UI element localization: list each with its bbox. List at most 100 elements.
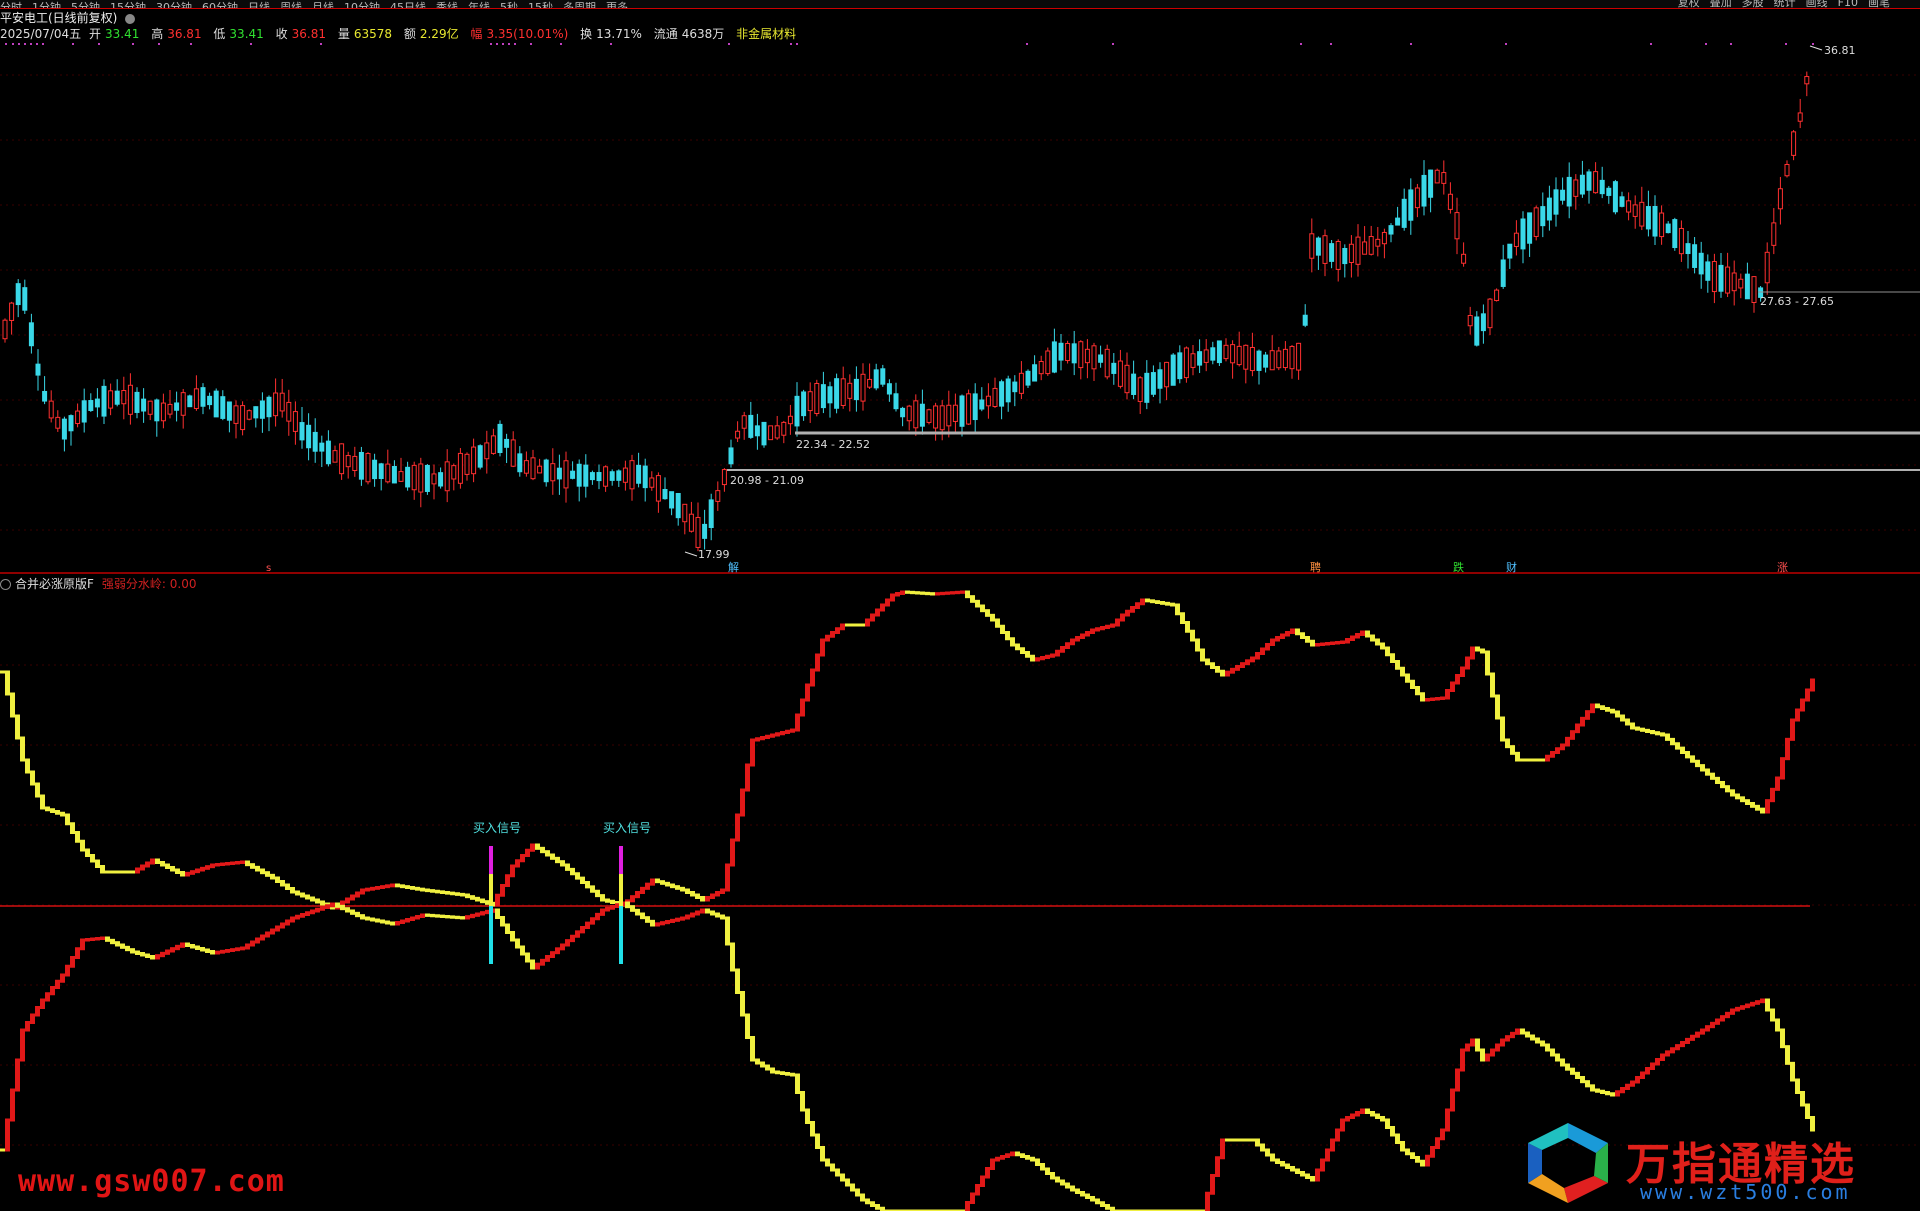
osc-upper-segment xyxy=(285,883,290,890)
osc-upper-segment xyxy=(590,885,595,893)
osc-upper-segment xyxy=(1285,631,1290,637)
candle-down xyxy=(583,464,589,487)
osc-lower-segment xyxy=(825,1158,830,1167)
osc-upper-segment xyxy=(530,843,535,852)
osc-lower-segment xyxy=(530,959,535,970)
candle-up xyxy=(1104,348,1110,378)
candle-up xyxy=(279,392,285,412)
candle-up xyxy=(952,404,958,422)
candle-up xyxy=(385,463,391,483)
candle-up xyxy=(939,405,945,431)
osc-upper-segment xyxy=(975,599,980,608)
candle-down xyxy=(424,464,430,492)
osc-lower-segment xyxy=(345,907,350,913)
candle-down xyxy=(1540,206,1546,227)
candle-up xyxy=(1368,236,1374,255)
osc-upper-segment xyxy=(595,889,600,898)
candle-up xyxy=(1771,222,1777,246)
osc-upper-segment xyxy=(175,868,180,874)
osc-upper-segment xyxy=(555,856,560,864)
osc-upper-segment xyxy=(1020,647,1025,654)
osc-lower-segment xyxy=(1110,1206,1115,1211)
osc-upper-segment xyxy=(1400,666,1405,677)
osc-lower-segment xyxy=(675,917,680,922)
osc-lower-segment xyxy=(1635,1076,1640,1084)
osc-lower-segment xyxy=(255,937,260,944)
osc-lower-segment xyxy=(1735,1006,1740,1012)
osc-lower-segment xyxy=(1770,1008,1775,1022)
osc-lower-segment xyxy=(60,973,65,983)
osc-upper-segment xyxy=(1275,636,1280,642)
osc-upper-segment xyxy=(1475,646,1480,652)
buy-signal-label: 买入信号 xyxy=(473,821,521,835)
osc-lower-segment xyxy=(1295,1168,1300,1174)
candle-up xyxy=(649,477,655,488)
osc-lower-segment xyxy=(70,956,75,968)
osc-upper-segment xyxy=(165,863,170,869)
osc-upper-segment xyxy=(205,865,210,870)
signal-bar-cyan xyxy=(619,906,623,964)
osc-lower-segment xyxy=(1650,1062,1655,1070)
candle-up xyxy=(1164,361,1170,388)
osc-upper-segment xyxy=(1055,649,1060,657)
osc-upper-segment xyxy=(780,731,785,736)
signal-dot xyxy=(502,43,504,45)
signal-dot xyxy=(190,43,192,45)
osc-upper-segment xyxy=(1035,657,1040,662)
candle-down xyxy=(1599,179,1605,195)
osc-upper-segment xyxy=(115,870,120,874)
osc-upper-segment xyxy=(1625,718,1630,726)
osc-upper-segment xyxy=(60,811,65,817)
osc-upper-segment xyxy=(125,870,130,874)
osc-upper-segment xyxy=(885,598,890,607)
osc-upper-segment xyxy=(1325,642,1330,646)
candle-up xyxy=(1513,232,1519,247)
event-marker: 跌 xyxy=(1453,560,1464,574)
candle-up xyxy=(622,467,628,483)
osc-lower-segment xyxy=(1705,1025,1710,1032)
candle-up xyxy=(787,415,793,425)
candle-up xyxy=(431,473,437,485)
osc-upper-segment xyxy=(1230,667,1235,674)
osc-upper-segment xyxy=(880,603,885,612)
indicator-name[interactable]: 合并必涨原版F xyxy=(15,577,94,591)
candle-up xyxy=(563,460,569,489)
osc-lower-segment xyxy=(40,998,45,1009)
osc-upper-segment xyxy=(210,863,215,869)
osc-lower-segment xyxy=(1265,1148,1270,1157)
osc-lower-segment xyxy=(50,986,55,996)
osc-lower-segment xyxy=(1095,1198,1100,1205)
osc-upper-segment xyxy=(515,859,520,868)
osc-upper-segment xyxy=(1600,705,1605,710)
candle-down xyxy=(1652,205,1658,237)
osc-upper-segment xyxy=(1700,764,1705,772)
osc-upper-segment xyxy=(25,758,30,774)
signal-dot xyxy=(530,43,532,45)
candle-down xyxy=(873,369,879,389)
osc-lower-segment xyxy=(1545,1043,1550,1052)
candle-up xyxy=(510,439,516,467)
signal-dot xyxy=(1112,43,1114,45)
candle-down xyxy=(61,418,67,440)
indicator-settings-icon[interactable] xyxy=(0,579,11,590)
osc-upper-segment xyxy=(400,884,405,889)
osc-lower-segment xyxy=(1215,1156,1220,1177)
candle-down xyxy=(1474,316,1480,346)
osc-upper-segment xyxy=(300,892,305,898)
osc-upper-segment xyxy=(1410,679,1415,689)
event-marker-small: s xyxy=(266,563,271,574)
osc-upper-segment xyxy=(635,891,640,899)
kline-chart[interactable]: 36.81 27.63 - 27.65 22.34 - 22.52 20.98 - 2… xyxy=(0,0,1920,1211)
osc-lower-segment xyxy=(1785,1045,1790,1065)
osc-upper-segment xyxy=(1090,628,1095,634)
osc-upper-segment xyxy=(1510,745,1515,755)
candle-up xyxy=(1533,207,1539,237)
osc-lower-segment xyxy=(1475,1038,1480,1052)
osc-upper-segment xyxy=(1755,804,1760,811)
osc-lower-segment xyxy=(1510,1031,1515,1039)
candle-down xyxy=(1315,237,1321,256)
candle-up xyxy=(240,405,246,431)
osc-lower-segment xyxy=(1800,1091,1805,1107)
osc-lower-segment xyxy=(1305,1173,1310,1179)
osc-upper-segment xyxy=(1345,638,1350,644)
